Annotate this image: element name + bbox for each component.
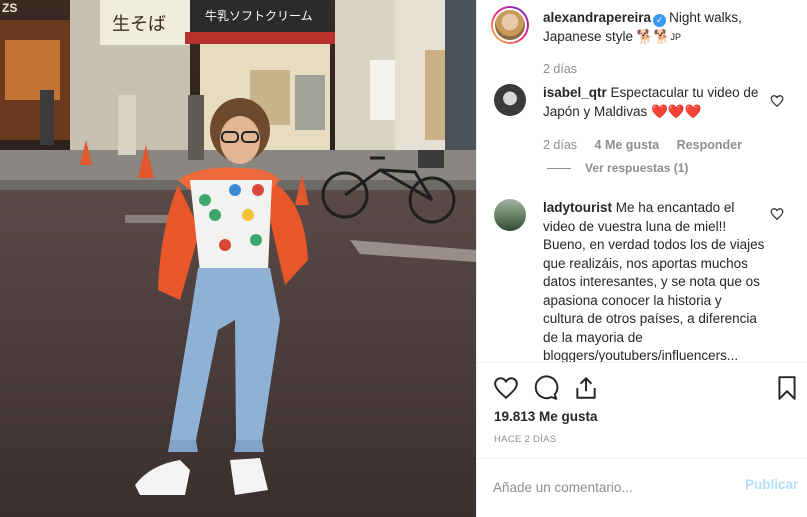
- caption-time[interactable]: 2 días: [543, 62, 577, 76]
- post-actions: 19.813 Me gusta HACE 2 DÍAS: [477, 362, 807, 458]
- street-scene-image: 牛乳ソフトクリーム 生そば ZS: [0, 0, 476, 517]
- add-comment-bar: Publicar: [477, 458, 807, 517]
- heart-icon[interactable]: [493, 375, 519, 401]
- comment-input[interactable]: [493, 475, 733, 499]
- post-panel: alexandrapereira ✓ Night walks, Japanese s…: [476, 0, 807, 517]
- comment-time[interactable]: 2 días: [543, 138, 577, 152]
- instagram-post-modal: 牛乳ソフトクリーム 生そば ZS alexandrapereira ✓ Night …: [0, 0, 807, 517]
- view-replies-button[interactable]: Ver respuestas (1): [547, 161, 688, 175]
- author-username[interactable]: alexandrapereira: [543, 10, 651, 25]
- replies-divider: [547, 168, 571, 169]
- bookmark-icon[interactable]: [774, 375, 800, 401]
- comment-likes[interactable]: 4 Me gusta: [595, 138, 660, 152]
- sign-left-text: 生そば: [112, 14, 166, 35]
- commenter-avatar-ladytourist[interactable]: [494, 199, 526, 231]
- sign-top-text: 牛乳ソフトクリーム: [205, 8, 313, 23]
- verified-badge-icon: ✓: [653, 14, 667, 27]
- reply-button[interactable]: Responder: [677, 138, 742, 152]
- comment-icon[interactable]: [533, 375, 559, 401]
- commenter-avatar-isabel[interactable]: [494, 84, 526, 116]
- like-comment-heart-icon[interactable]: [770, 94, 784, 108]
- sign-corner-text: ZS: [2, 1, 17, 15]
- comment-text: Me ha encantado el video de vuestra luna…: [543, 200, 765, 362]
- comment-ladytourist: ladytourist Me ha encantado el video de …: [543, 199, 765, 362]
- comment-meta: 2 días 4 Me gusta Responder: [543, 138, 742, 152]
- comments-section: alexandrapereira ✓ Night walks, Japanese s…: [477, 0, 807, 362]
- commenter-username[interactable]: isabel_qtr: [543, 85, 607, 100]
- likes-count[interactable]: 19.813 Me gusta: [494, 409, 598, 424]
- author-avatar[interactable]: [491, 6, 529, 44]
- post-photo[interactable]: 牛乳ソフトクリーム 生そば ZS: [0, 0, 476, 517]
- comment-isabel: isabel_qtr Espectacular tu video de Japó…: [543, 84, 763, 121]
- view-replies-label: Ver respuestas (1): [585, 161, 689, 175]
- caption: alexandrapereira ✓ Night walks, Japanese s…: [543, 9, 793, 46]
- publish-button[interactable]: Publicar: [745, 477, 798, 492]
- commenter-username[interactable]: ladytourist: [543, 200, 612, 215]
- like-comment-heart-icon[interactable]: [770, 207, 784, 221]
- post-timestamp[interactable]: HACE 2 DÍAS: [494, 434, 556, 445]
- share-icon[interactable]: [573, 375, 599, 401]
- caption-flag: JP: [670, 31, 681, 42]
